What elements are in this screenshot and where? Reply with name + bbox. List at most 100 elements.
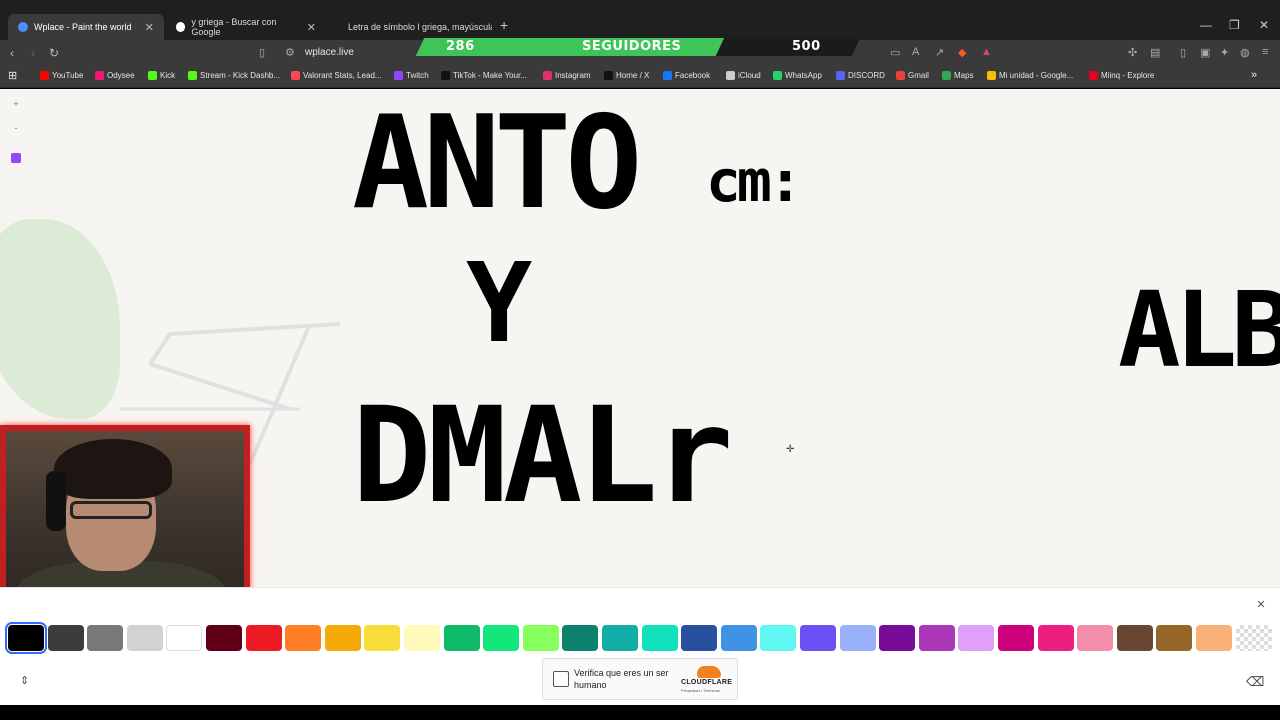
- color-swatch[interactable]: [166, 625, 203, 651]
- color-swatch[interactable]: [562, 625, 599, 651]
- color-swatch[interactable]: [918, 625, 955, 651]
- expand-palette-icon[interactable]: ⇕: [20, 674, 29, 687]
- twitch-icon[interactable]: [11, 153, 21, 163]
- color-swatch[interactable]: [126, 625, 163, 651]
- color-swatch[interactable]: [87, 625, 124, 651]
- close-window-icon[interactable]: ✕: [1259, 18, 1269, 32]
- bookmark-item[interactable]: YouTube: [40, 71, 83, 80]
- captcha-links[interactable]: Privacidad • Términos: [681, 688, 720, 693]
- color-swatch[interactable]: [641, 625, 678, 651]
- bookmark-item[interactable]: WhatsApp: [773, 71, 822, 80]
- sidebar-icon[interactable]: ▯: [1180, 46, 1186, 59]
- bookmark-label: Maps: [954, 71, 974, 80]
- bookmark-item[interactable]: DISCORD: [836, 71, 885, 80]
- color-swatch[interactable]: [47, 625, 84, 651]
- minimize-icon[interactable]: —: [1200, 18, 1212, 32]
- color-swatch[interactable]: [206, 625, 242, 651]
- close-tab-icon[interactable]: ✕: [145, 21, 154, 34]
- color-swatch[interactable]: [800, 625, 836, 651]
- bookmark-favicon-icon: [896, 71, 905, 80]
- bookmark-label: WhatsApp: [785, 71, 822, 80]
- pixel-art-y: Y: [466, 239, 533, 367]
- bookmark-item[interactable]: Twitch: [394, 71, 429, 80]
- color-swatch[interactable]: [404, 625, 440, 651]
- color-swatch[interactable]: [1077, 625, 1114, 651]
- new-tab-icon[interactable]: +: [500, 17, 508, 33]
- color-swatch[interactable]: [1196, 625, 1232, 651]
- tab-wplace[interactable]: Wplace - Paint the world ✕: [8, 14, 164, 40]
- bookmark-item[interactable]: Mi unidad - Google...: [987, 71, 1073, 80]
- address-bar[interactable]: wplace.live: [305, 47, 354, 58]
- extensions-icon[interactable]: ✣: [1128, 46, 1137, 59]
- color-swatch[interactable]: [681, 625, 718, 651]
- eraser-icon[interactable]: ⌫: [1246, 674, 1264, 690]
- color-swatch[interactable]: [285, 625, 322, 651]
- translate-icon[interactable]: A: [912, 46, 919, 58]
- bookmark-icon[interactable]: ▯: [259, 46, 265, 59]
- color-swatch[interactable]: [720, 625, 757, 651]
- zoom-out-icon[interactable]: -: [9, 123, 23, 137]
- tab-letra-simbolo[interactable]: Letra de símbolo l griega, mayúscula: [332, 14, 492, 40]
- close-palette-icon[interactable]: ✕: [1254, 598, 1268, 612]
- bookmark-item[interactable]: Odysee: [95, 71, 135, 80]
- wallet-icon[interactable]: ▣: [1200, 46, 1210, 59]
- color-swatch[interactable]: [483, 625, 520, 651]
- bookmark-item[interactable]: TikTok - Make Your...: [441, 71, 527, 80]
- zoom-in-icon[interactable]: +: [9, 99, 23, 113]
- bookmark-label: Home / X: [616, 71, 650, 80]
- bookmark-label: Valorant Stats, Lead...: [303, 71, 382, 80]
- bookmark-item[interactable]: Valorant Stats, Lead...: [291, 71, 382, 80]
- bookmark-item[interactable]: Stream - Kick Dashb...: [188, 71, 280, 80]
- forward-icon[interactable]: ›: [31, 46, 35, 60]
- bookmark-item[interactable]: Instagram: [543, 71, 591, 80]
- color-swatch[interactable]: [958, 625, 995, 651]
- bookmark-item[interactable]: Miinq - Explore: [1089, 71, 1154, 80]
- color-swatch[interactable]: [522, 625, 559, 651]
- cast-icon[interactable]: ▭: [890, 46, 900, 59]
- leo-ai-icon[interactable]: ✦: [1220, 46, 1229, 59]
- color-swatch[interactable]: [879, 625, 916, 651]
- webcam-person-hair: [54, 439, 172, 499]
- bookmark-item[interactable]: Home / X: [604, 71, 649, 80]
- color-swatch[interactable]: [1037, 625, 1074, 651]
- bookmark-label: YouTube: [52, 71, 84, 80]
- restore-icon[interactable]: ❐: [1229, 18, 1240, 32]
- bookmark-item[interactable]: Facebook: [663, 71, 710, 80]
- color-swatch[interactable]: [1156, 625, 1193, 651]
- captcha-label: Verifica que eres un ser humano: [574, 668, 669, 690]
- bookmark-item[interactable]: iCloud: [726, 71, 761, 80]
- reload-icon[interactable]: ↻: [49, 46, 59, 60]
- color-swatch[interactable]: [324, 625, 361, 651]
- webcam-person-glasses: [70, 501, 152, 519]
- color-swatch[interactable]: [998, 625, 1034, 651]
- goal-bar-remaining: [715, 38, 861, 56]
- bookmark-item[interactable]: Gmail: [896, 71, 929, 80]
- more-bookmarks-icon[interactable]: »: [1251, 69, 1257, 81]
- color-swatch[interactable]: [443, 625, 480, 651]
- media-icon[interactable]: ▤: [1150, 46, 1160, 59]
- menu-icon[interactable]: ≡: [1262, 46, 1268, 58]
- captcha-checkbox[interactable]: [553, 671, 569, 687]
- site-info-icon[interactable]: ⚙: [285, 46, 295, 59]
- bookmark-favicon-icon: [1089, 71, 1098, 80]
- color-swatch[interactable]: [602, 625, 638, 651]
- color-swatch[interactable]: [1116, 625, 1153, 651]
- color-swatch[interactable]: [245, 625, 282, 651]
- bookmark-item[interactable]: Kick: [148, 71, 175, 80]
- transparent-swatch[interactable]: [1235, 625, 1272, 651]
- color-swatch[interactable]: [5, 622, 47, 654]
- color-swatch[interactable]: [364, 625, 401, 651]
- bookmark-favicon-icon: [543, 71, 552, 80]
- share-icon[interactable]: ↗: [935, 46, 944, 59]
- tab-google-search[interactable]: y griega - Buscar con Google ✕: [166, 14, 326, 40]
- color-swatch[interactable]: [839, 625, 876, 651]
- color-swatch[interactable]: [760, 625, 797, 651]
- bookmark-item[interactable]: Maps: [942, 71, 974, 80]
- close-tab-icon[interactable]: ✕: [307, 21, 316, 34]
- bookmark-label: Twitch: [406, 71, 429, 80]
- brave-shields-icon[interactable]: ◆: [958, 46, 966, 59]
- brave-rewards-icon[interactable]: ▲: [981, 46, 992, 58]
- apps-grid-icon[interactable]: ⊞: [8, 69, 17, 82]
- back-icon[interactable]: ‹: [10, 46, 14, 60]
- vpn-icon[interactable]: ◍: [1240, 46, 1250, 59]
